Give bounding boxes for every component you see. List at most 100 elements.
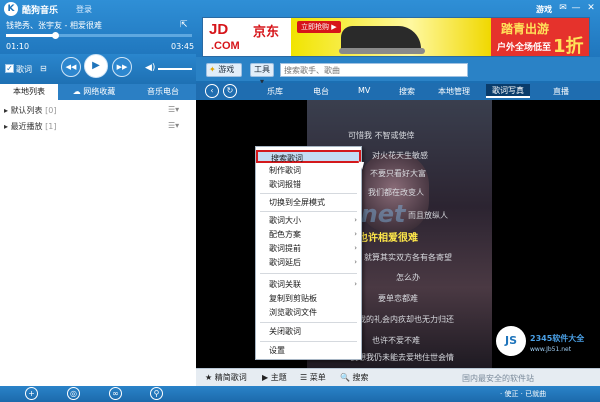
ad-product-area: 立即抢购 ▶ [291,18,491,56]
login-link[interactable]: 登录 [76,4,92,15]
tab-lyric-photo[interactable]: 歌词写真 [486,84,530,98]
playlist-menu-icon[interactable]: ☰▾ [168,105,179,114]
tab-search[interactable]: 搜索 [399,86,415,97]
menu-divider [260,322,357,323]
tab-local-manage[interactable]: 本地管理 [438,86,470,97]
expand-icon[interactable]: ▸ [4,122,8,131]
tab-radio[interactable]: 电台 [313,86,329,97]
menu-item-browse-file[interactable]: 浏览歌词文件 [256,306,361,319]
menu-item-lyric-advance[interactable]: 歌词提前 › [256,242,361,255]
menu-item-label: 歌词大小 [269,216,301,225]
locate-icon[interactable]: ◎ [67,387,80,400]
volume-slider[interactable] [158,68,192,70]
close-icon[interactable]: ✕ [586,3,596,13]
ad-buy-button[interactable]: 立即抢购 ▶ [297,21,341,33]
games-link[interactable]: 游戏 [536,4,552,15]
jd-cn-text: 京东 [253,25,280,40]
playlist-item[interactable]: ▸ 最近播放 [1] [4,121,56,133]
menu-item-make-lyrics[interactable]: 制作歌词 [256,164,361,177]
previous-button[interactable]: ◀◀ [61,57,81,77]
skin-icon[interactable]: ✉ [558,3,568,13]
ad-promo-title: 踏青出游 [501,22,550,36]
mini-mode-icon[interactable]: ⊟ [40,64,47,73]
lyric-line: 对火花天生敏感 [372,151,428,160]
menu-divider [260,341,357,342]
menu-item-lyric-size[interactable]: 歌词大小 › [256,214,361,227]
playlist-count: [1] [45,122,57,131]
status-text: · 使正 · 已就曲 [500,390,547,398]
tab-music-radio[interactable]: 音乐电台 [132,84,194,100]
lyric-search-button[interactable]: 🔍 搜索 [340,372,369,383]
search-input[interactable] [280,63,468,77]
menu-item-copy-clipboard[interactable]: 复制到剪贴板 [256,292,361,305]
games-button[interactable]: ✦ 游戏 [206,63,242,77]
site-logo-name: 2345软件大全 [530,334,585,343]
play-button[interactable]: ▶ [84,54,108,78]
menu-item-close-lyrics[interactable]: 关闭歌词 [256,325,361,338]
ad-banner[interactable]: JD 京东 .COM 立即抢购 ▶ 踏青出游 户外全场低至 1折 [202,17,590,57]
lyric-line: 也许不爱不难 [372,336,420,345]
shoe-sole [339,48,425,54]
menu-button[interactable]: ☰ 菜单 [300,372,326,383]
lyric-line: 而且放纵人 [408,211,448,220]
menu-item-search-lyrics[interactable]: 搜索歌词 [256,150,361,163]
tab-library[interactable]: 乐库 [267,86,283,97]
menu-item-lyric-delay[interactable]: 歌词延后 › [256,256,361,269]
tab-mv[interactable]: MV [358,86,370,95]
lyric-line: 怎么办 [396,273,420,282]
main-nav [196,83,600,99]
search-icon[interactable]: ⚲ [150,387,163,400]
lyric-checkbox-label: 歌词 [16,65,32,74]
lyric-checkbox[interactable]: ✓ [5,64,14,73]
tab-live[interactable]: 直播 [553,86,569,97]
menu-item-settings[interactable]: 设置 [256,344,361,357]
menu-item-color-scheme[interactable]: 配色方案 › [256,228,361,241]
games-icon: ✦ [209,65,216,74]
tools-dropdown[interactable]: 工具 ▾ [250,63,274,86]
simplified-lyrics-button[interactable]: ★ 精简歌词 [205,372,247,383]
menu-item-label: 歌词提前 [269,244,301,253]
add-icon[interactable]: + [25,387,38,400]
back-icon[interactable]: ‹ [205,84,219,98]
playlist-panel [0,100,196,386]
progress-knob[interactable] [52,32,59,39]
progress-bar[interactable] [6,32,192,39]
time-total: 03:45 [171,42,195,51]
share-icon[interactable]: ⇱ [180,20,188,30]
ad-promo-subtitle: 户外全场低至 [497,43,552,53]
submenu-arrow-icon: › [354,216,357,224]
playlist-name: 默认列表 [10,106,43,115]
volume-icon[interactable]: ◀) [145,63,155,73]
playlist-count: [0] [45,106,57,115]
lyric-context-menu: 搜索歌词 制作歌词 歌词报错 切换到全屏模式 歌词大小 › 配色方案 › 歌词提前 ›… [255,146,362,360]
cloud-icon: ☁ [72,87,84,96]
submenu-arrow-icon: › [354,258,357,266]
site-logo-icon: JS [496,326,526,356]
tab-net-favorites-label: 网络收藏 [83,87,116,96]
expand-icon[interactable]: ▸ [4,106,8,115]
tab-local-list[interactable]: 本地列表 [0,84,58,100]
menu-item-fullscreen[interactable]: 切换到全屏模式 [256,196,361,209]
next-button[interactable]: ▶▶ [112,57,132,77]
menu-divider [260,193,357,194]
lyric-line: 我想我仍未能去爱地住世会情 [350,353,454,362]
playlist-menu-icon[interactable]: ☰▾ [168,121,179,130]
ad-promo-area: 踏青出游 户外全场低至 1折 [491,18,589,56]
menu-item-label: 歌词延后 [269,258,301,267]
menu-item-lyric-link[interactable]: 歌词关联 › [256,278,361,291]
playlist-name: 最近播放 [10,122,43,131]
loop-mode-icon[interactable]: ∞ [109,387,122,400]
menu-item-report-lyrics[interactable]: 歌词报错 [256,178,361,191]
refresh-icon[interactable]: ↻ [223,84,237,98]
menu-item-label: 歌词关联 [269,280,301,289]
site-logo-url: www.Jb51.net [530,346,572,353]
progress-fill [6,34,55,37]
minimize-icon[interactable]: — [571,3,581,13]
lyric-line: 不要只看好大富 [370,169,426,178]
playlist-item[interactable]: ▸ 默认列表 [0] [4,105,56,117]
submenu-arrow-icon: › [354,244,357,252]
games-button-label: 游戏 [218,65,235,74]
tab-net-favorites[interactable]: ☁ 网络收藏 [58,84,130,100]
theme-button[interactable]: ▶ 主题 [262,372,287,383]
lyric-toolbar [196,368,600,386]
